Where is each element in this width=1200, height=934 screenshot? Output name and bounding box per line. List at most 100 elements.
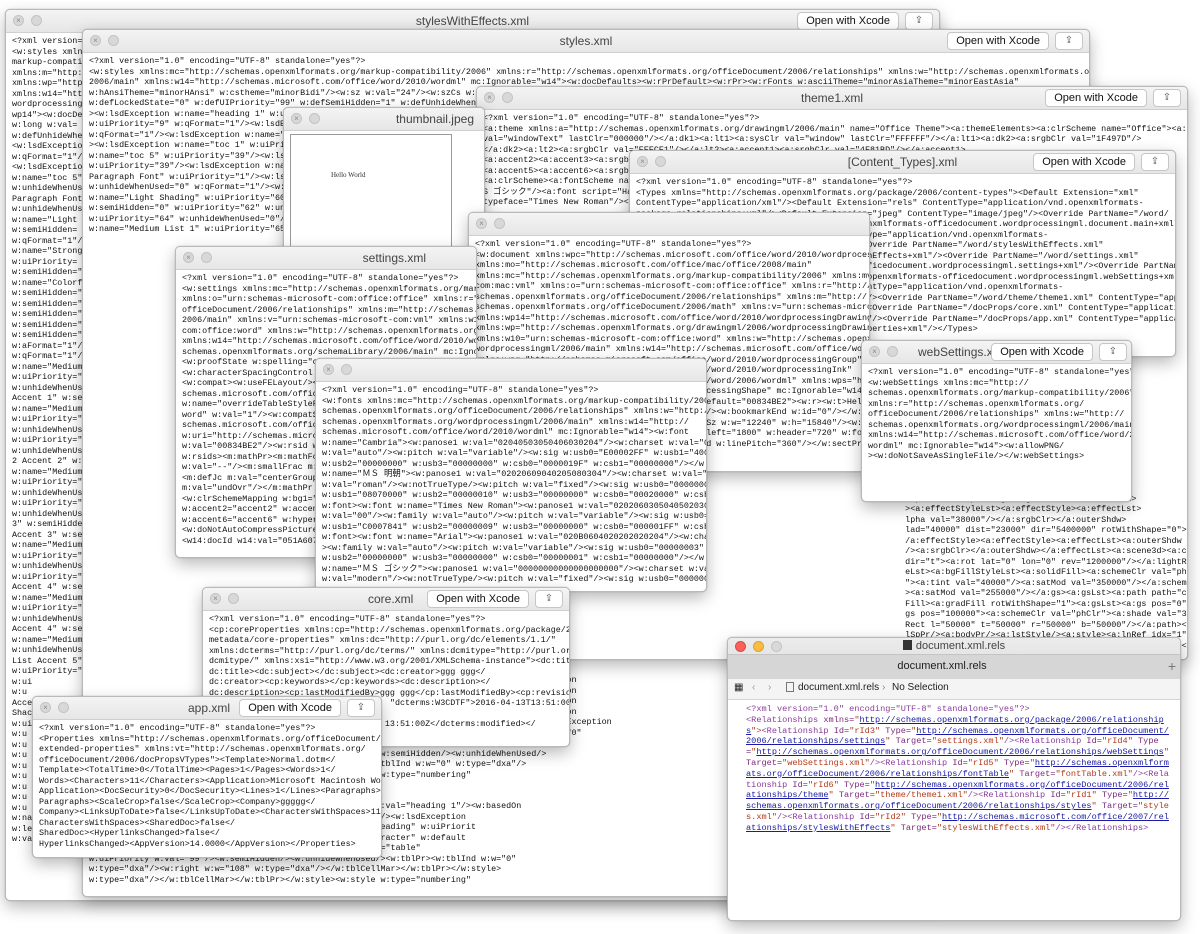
relationship-target: "webSettings.xml" — [782, 757, 870, 768]
type-attr: Type= — [1096, 790, 1128, 801]
window-controls: × — [323, 364, 352, 375]
titlebar: × [Content_Types].xml Open with Xcode ⇪ — [630, 151, 1175, 174]
breadcrumb-file-icon — [786, 682, 794, 692]
open-with-xcode-button[interactable]: Open with Xcode — [991, 343, 1093, 361]
thumbnail-text: Hello World — [331, 171, 366, 179]
open-with-xcode-button[interactable]: Open with Xcode — [1045, 89, 1147, 107]
relationship-id: "rId3" — [849, 725, 881, 736]
type-attr: Type= — [838, 779, 870, 790]
back-icon[interactable]: ‹ — [752, 682, 755, 693]
titlebar: × core.xml Open with Xcode ⇪ — [203, 588, 569, 611]
relationship-tag: <Relationship — [761, 725, 834, 736]
zoom-icon[interactable] — [341, 364, 352, 375]
zoom-icon[interactable] — [494, 218, 505, 229]
relationship-id: "rId1" — [1065, 790, 1097, 801]
titlebar: × theme1.xml Open with Xcode ⇪ — [477, 87, 1187, 110]
type-attr: Type= — [998, 757, 1030, 768]
relationship-close: /> — [1055, 822, 1066, 833]
id-attr: Id= — [1086, 736, 1102, 747]
share-icon[interactable]: ⇪ — [1141, 153, 1169, 171]
forward-icon[interactable]: › — [768, 682, 771, 693]
share-icon[interactable]: ⇪ — [347, 699, 375, 717]
relationship-close: /> — [776, 811, 788, 822]
relationship-target: "fontTable.xml" — [1055, 768, 1133, 779]
target-attr: Target= — [1096, 801, 1138, 812]
window-title: thumbnail.jpeg — [395, 112, 474, 126]
relationships-close: </Relationships> — [1065, 822, 1149, 833]
open-with-xcode-button[interactable]: Open with Xcode — [239, 699, 341, 717]
relationship-id: "rId4" — [1101, 736, 1133, 747]
relationship-close: /> — [869, 757, 881, 768]
relationship-type-link: http://schemas.openxmlformats.org/office… — [756, 747, 1164, 758]
relationship-close: /> — [1132, 768, 1144, 779]
tab-bar: document.xml.rels + — [728, 654, 1180, 679]
share-icon[interactable]: ⇪ — [1055, 32, 1083, 50]
open-with-xcode-button[interactable]: Open with Xcode — [427, 590, 529, 608]
target-attr: Target= — [1014, 768, 1056, 779]
type-attr: Type= — [880, 725, 912, 736]
titlebar: × — [316, 359, 706, 382]
titlebar: document.xml.rels document.xml.rels + — [728, 638, 1180, 679]
new-tab-icon[interactable]: + — [1168, 658, 1176, 674]
breadcrumb-file[interactable]: document.xml.rels — [798, 682, 879, 693]
xml-content: <?xml version="1.0" encoding="UTF-8" sta… — [33, 720, 381, 857]
xml-editor[interactable]: <?xml version="1.0" encoding="UTF-8" sta… — [728, 700, 1180, 920]
xmlns-attr: xmlns= — [823, 714, 855, 725]
id-attr: Id= — [952, 757, 968, 768]
tab-document-rels[interactable]: document.xml.rels — [728, 655, 1156, 679]
titlebar: × styles.xml Open with Xcode ⇪ — [83, 30, 1089, 53]
font-table-window: × <?xml version="1.0" encoding="UTF-8" s… — [315, 358, 707, 592]
document-rels-window: document.xml.rels document.xml.rels + ▦ … — [727, 637, 1181, 921]
relationship-target: "settings.xml" — [931, 736, 1004, 747]
xml-code: <?xml version="1.0" encoding="UTF-8" sta… — [39, 723, 381, 849]
breadcrumb-selection[interactable]: No Selection — [892, 682, 949, 693]
web-settings-window: × webSettings.xml Open with Xcode ⇪ <?xm… — [861, 340, 1132, 502]
xml-code: <?xml version="1.0" encoding="UTF-8" sta… — [868, 367, 1131, 461]
relationship-tag: <Relationship — [787, 811, 860, 822]
window-controls: × — [476, 218, 505, 229]
id-attr: Id= — [859, 811, 875, 822]
target-attr: Target= — [833, 790, 875, 801]
close-icon[interactable]: × — [323, 364, 334, 375]
relationships-tag: <Relationships — [746, 714, 824, 725]
window-title: styles.xml — [559, 34, 613, 48]
relationship-id: "rId2" — [874, 811, 906, 822]
relationship-target: "stylesWithEffects.xml" — [936, 822, 1056, 833]
related-items-icon[interactable]: ▦ — [734, 682, 743, 693]
target-attr: Target= — [895, 822, 937, 833]
titlebar: × thumbnail.jpeg — [284, 108, 484, 131]
open-with-xcode-button[interactable]: Open with Xcode — [1033, 153, 1135, 171]
relationship-close: /> — [1003, 736, 1015, 747]
id-attr: Id= — [792, 779, 808, 790]
app-window: × app.xml Open with Xcode ⇪ <?xml versio… — [32, 696, 382, 858]
type-attr: Type= — [905, 811, 937, 822]
xml-declaration: <?xml version="1.0" encoding="UTF-8" sta… — [746, 704, 1030, 714]
window-title-text: document.xml.rels — [915, 640, 1006, 652]
titlebar: × settings.xml — [176, 247, 476, 270]
share-icon[interactable]: ⇪ — [1153, 89, 1181, 107]
xml-content: <?xml version="1.0" encoding="UTF-8" sta… — [862, 364, 1131, 501]
relationship-tag: <Relationship — [1014, 736, 1087, 747]
id-attr: Id= — [833, 725, 850, 736]
file-icon — [902, 640, 912, 650]
xml-content: <?xml version="1.0" encoding="UTF-8" sta… — [316, 382, 706, 591]
titlebar: × — [469, 213, 869, 236]
relationship-tag: <Relationship — [978, 790, 1051, 801]
window-title: settings.xml — [362, 251, 426, 265]
titlebar: × webSettings.xml Open with Xcode ⇪ — [862, 341, 1131, 364]
relationship-tag: <Relationship — [880, 757, 953, 768]
target-attr: Target= — [890, 736, 932, 747]
relationship-target: "theme/theme1.xml" — [874, 790, 968, 801]
close-icon[interactable]: × — [476, 218, 487, 229]
jump-bar: ▦ ‹ › document.xml.rels › No Selection — [728, 679, 1180, 700]
share-icon[interactable]: ⇪ — [905, 12, 933, 30]
relationship-close: /> — [967, 790, 979, 801]
share-icon[interactable]: ⇪ — [1099, 343, 1127, 361]
rels-code: <?xml version="1.0" encoding="UTF-8" sta… — [746, 704, 1174, 834]
share-icon[interactable]: ⇪ — [535, 590, 563, 608]
open-with-xcode-button[interactable]: Open with Xcode — [797, 12, 899, 30]
breadcrumb-separator-icon: › — [882, 682, 886, 693]
relationship-id: "rId6" — [807, 779, 839, 790]
open-with-xcode-button[interactable]: Open with Xcode — [947, 32, 1049, 50]
quote: "> — [751, 725, 762, 736]
